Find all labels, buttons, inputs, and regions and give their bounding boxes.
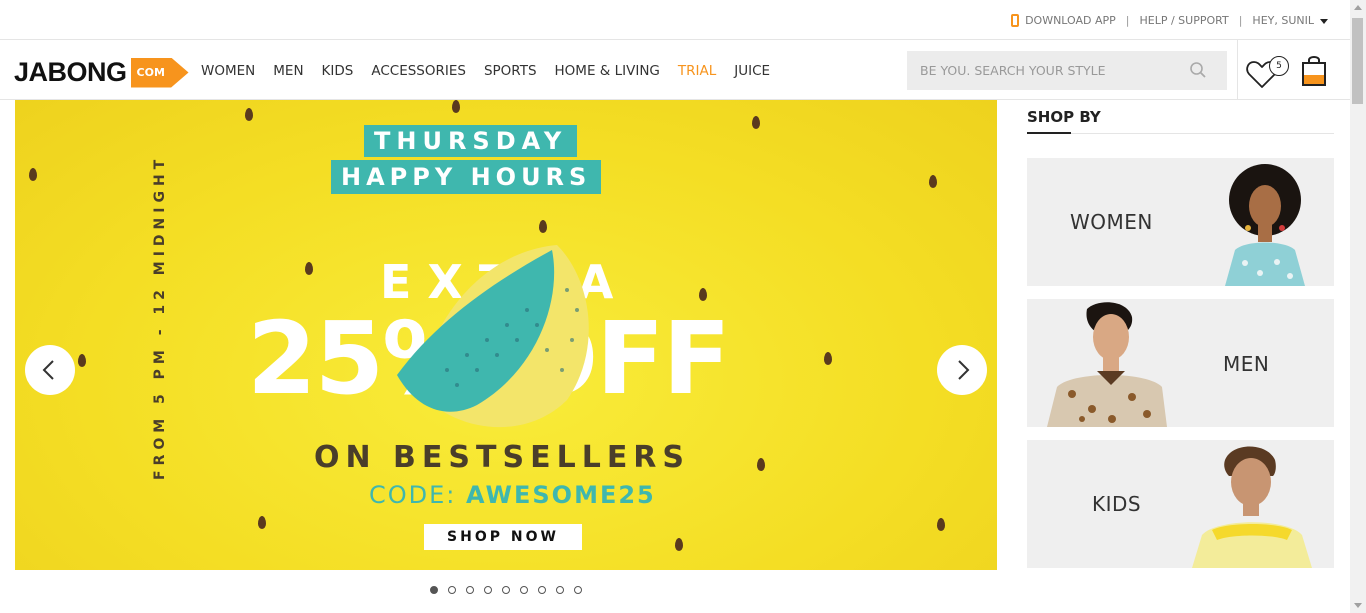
promo-code-label: CODE: (369, 481, 467, 509)
carousel-dot[interactable] (520, 586, 528, 594)
nav-women[interactable]: WOMEN (201, 63, 255, 79)
wishlist-count-badge: 5 (1269, 56, 1289, 76)
promo-code-text: CODE: AWESOME25 (369, 481, 656, 509)
carousel-dot[interactable] (574, 586, 582, 594)
carousel-dot[interactable] (502, 586, 510, 594)
shopping-bag-button[interactable] (1300, 53, 1328, 89)
carousel-dot[interactable] (556, 586, 564, 594)
shopping-bag-icon (1302, 56, 1326, 86)
header-divider (1237, 40, 1238, 99)
nav-sports[interactable]: SPORTS (484, 63, 537, 79)
watermelon-slice-illustration (397, 245, 589, 428)
seed-decoration (757, 458, 765, 471)
seed-decoration (78, 354, 86, 367)
promo-time-text: FROM 5 PM - 12 MIDNIGHT (152, 154, 168, 480)
category-label-men: MEN (1223, 352, 1270, 376)
shop-by-divider (1027, 133, 1334, 134)
nav-trial[interactable]: TRIAL (678, 63, 716, 79)
shop-now-button[interactable]: SHOP NOW (424, 524, 582, 550)
chevron-right-icon (958, 360, 970, 380)
seed-decoration (452, 100, 460, 113)
carousel-dot[interactable] (448, 586, 456, 594)
search-icon[interactable] (1189, 61, 1207, 79)
help-support-link[interactable]: HELP / SUPPORT (1140, 14, 1229, 27)
shop-by-men-card[interactable]: MEN (1027, 299, 1334, 427)
kid-model-image (1192, 446, 1312, 568)
chevron-left-icon (42, 360, 54, 380)
seed-decoration (929, 175, 937, 188)
nav-home-living[interactable]: HOME & LIVING (555, 63, 660, 79)
seed-decoration (752, 116, 760, 129)
carousel-dot[interactable] (466, 586, 474, 594)
seed-decoration (824, 352, 832, 365)
carousel-dot[interactable] (430, 586, 438, 594)
shop-by-underline (1027, 132, 1071, 134)
seed-decoration (258, 516, 266, 529)
main-header: JABONG COM WOMEN MEN KIDS ACCESSORIES SP… (0, 40, 1350, 100)
promo-tag-day: THURSDAY (364, 125, 578, 157)
logo-text: JABONG (14, 57, 127, 87)
category-label-kids: KIDS (1092, 492, 1142, 516)
nav-accessories[interactable]: ACCESSORIES (371, 63, 466, 79)
nav-kids[interactable]: KIDS (322, 63, 354, 79)
search-input[interactable]: BE YOU. SEARCH YOUR STYLE (907, 51, 1227, 90)
seed-decoration (539, 220, 547, 233)
carousel-pagination (430, 586, 592, 594)
download-app-link[interactable]: DOWNLOAD APP (1025, 14, 1116, 27)
promo-bestsellers-text: ON BESTSELLERS (314, 440, 691, 475)
carousel-dot[interactable] (484, 586, 492, 594)
scroll-up-icon[interactable] (1354, 5, 1362, 10)
shop-by-women-card[interactable]: WOMEN (1027, 158, 1334, 286)
shop-by-kids-card[interactable]: KIDS (1027, 440, 1334, 568)
woman-model-image (1225, 164, 1305, 286)
nav-juice[interactable]: JUICE (734, 63, 770, 79)
nav-men[interactable]: MEN (273, 63, 303, 79)
man-model-image (1047, 302, 1167, 427)
shop-by-title: SHOP BY (1027, 108, 1101, 126)
scrollbar-thumb[interactable] (1352, 18, 1363, 104)
category-label-women: WOMEN (1070, 210, 1153, 234)
top-utility-bar: DOWNLOAD APP | HELP / SUPPORT | HEY, SUN… (0, 0, 1350, 40)
seed-decoration (245, 108, 253, 121)
carousel-dot[interactable] (538, 586, 546, 594)
seed-decoration (29, 168, 37, 181)
separator: | (1238, 14, 1243, 27)
carousel-prev-button[interactable] (25, 345, 75, 395)
account-menu[interactable]: HEY, SUNIL (1252, 14, 1328, 27)
seed-decoration (305, 262, 313, 275)
chevron-down-icon (1320, 18, 1328, 24)
seed-decoration (937, 518, 945, 531)
search-placeholder: BE YOU. SEARCH YOUR STYLE (920, 63, 1106, 78)
promo-code-value: AWESOME25 (466, 481, 656, 509)
scroll-down-icon[interactable] (1354, 603, 1362, 608)
wishlist-button[interactable]: 5 (1245, 54, 1293, 90)
jabong-logo[interactable]: JABONG COM (14, 57, 189, 88)
greeting-text: HEY, SUNIL (1252, 14, 1314, 27)
seed-decoration (675, 538, 683, 551)
logo-com-badge: COM (130, 57, 189, 88)
top-links: DOWNLOAD APP | HELP / SUPPORT | HEY, SUN… (1011, 14, 1328, 27)
main-nav: WOMEN MEN KIDS ACCESSORIES SPORTS HOME &… (201, 63, 788, 79)
hero-banner[interactable]: THURSDAY HAPPY HOURS FROM 5 PM - 12 MIDN… (15, 100, 997, 570)
mobile-phone-icon (1011, 14, 1020, 27)
carousel-next-button[interactable] (937, 345, 987, 395)
separator: | (1125, 14, 1130, 27)
page-scrollbar[interactable] (1350, 0, 1366, 613)
promo-tag-hours: HAPPY HOURS (331, 160, 602, 194)
